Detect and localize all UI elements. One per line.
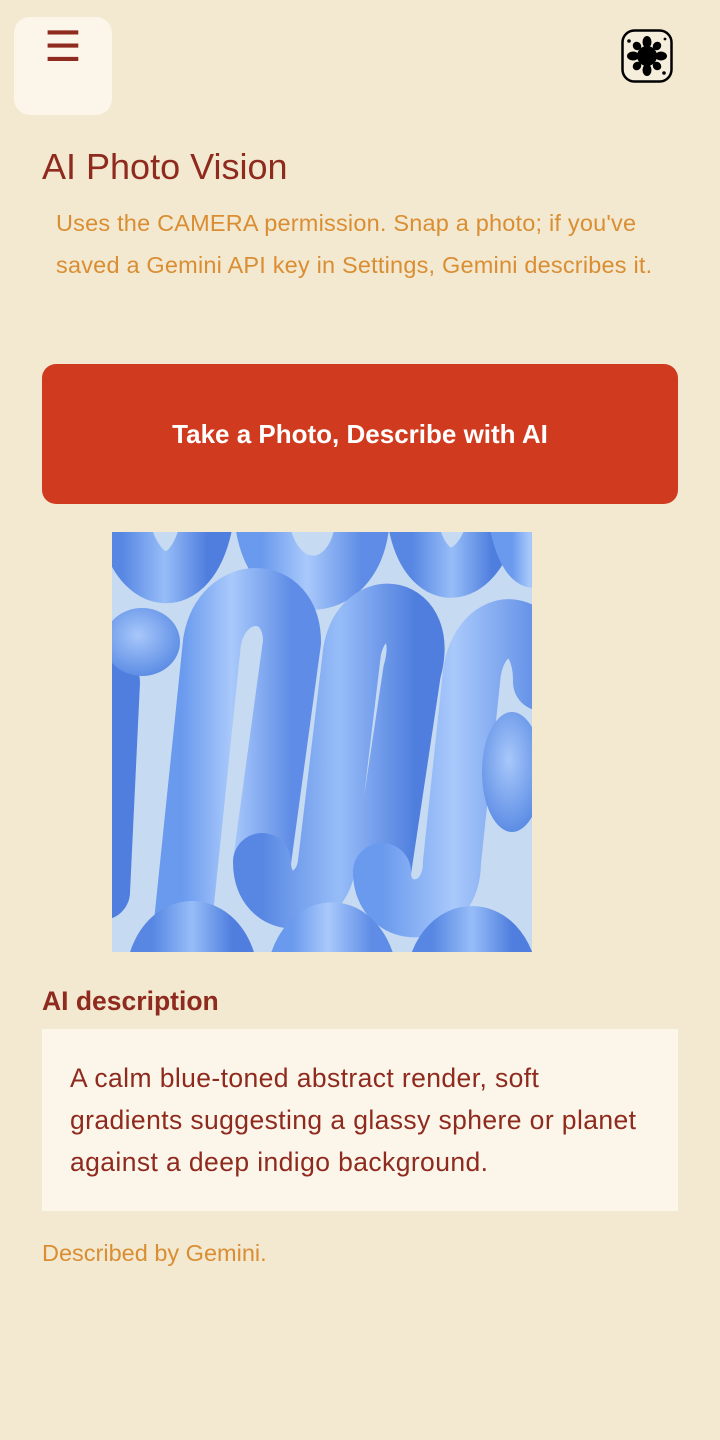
page-subtitle: Uses the CAMERA permission. Snap a photo… xyxy=(56,210,653,278)
page-title: AI Photo Vision xyxy=(42,146,288,187)
take-photo-button[interactable]: Take a Photo, Describe with AI xyxy=(42,364,678,504)
ai-description-card: A calm blue-toned abstract render, soft … xyxy=(42,1029,678,1211)
splat-logo-icon[interactable] xyxy=(621,29,673,83)
ai-description-text: A calm blue-toned abstract render, soft … xyxy=(70,1063,637,1177)
menu-icon: ☰ xyxy=(44,22,82,71)
attribution-text: Described by Gemini. xyxy=(42,1240,267,1266)
photo-preview xyxy=(112,532,532,952)
ai-description-label: AI description xyxy=(42,986,219,1016)
menu-button[interactable]: ☰ xyxy=(14,17,112,115)
